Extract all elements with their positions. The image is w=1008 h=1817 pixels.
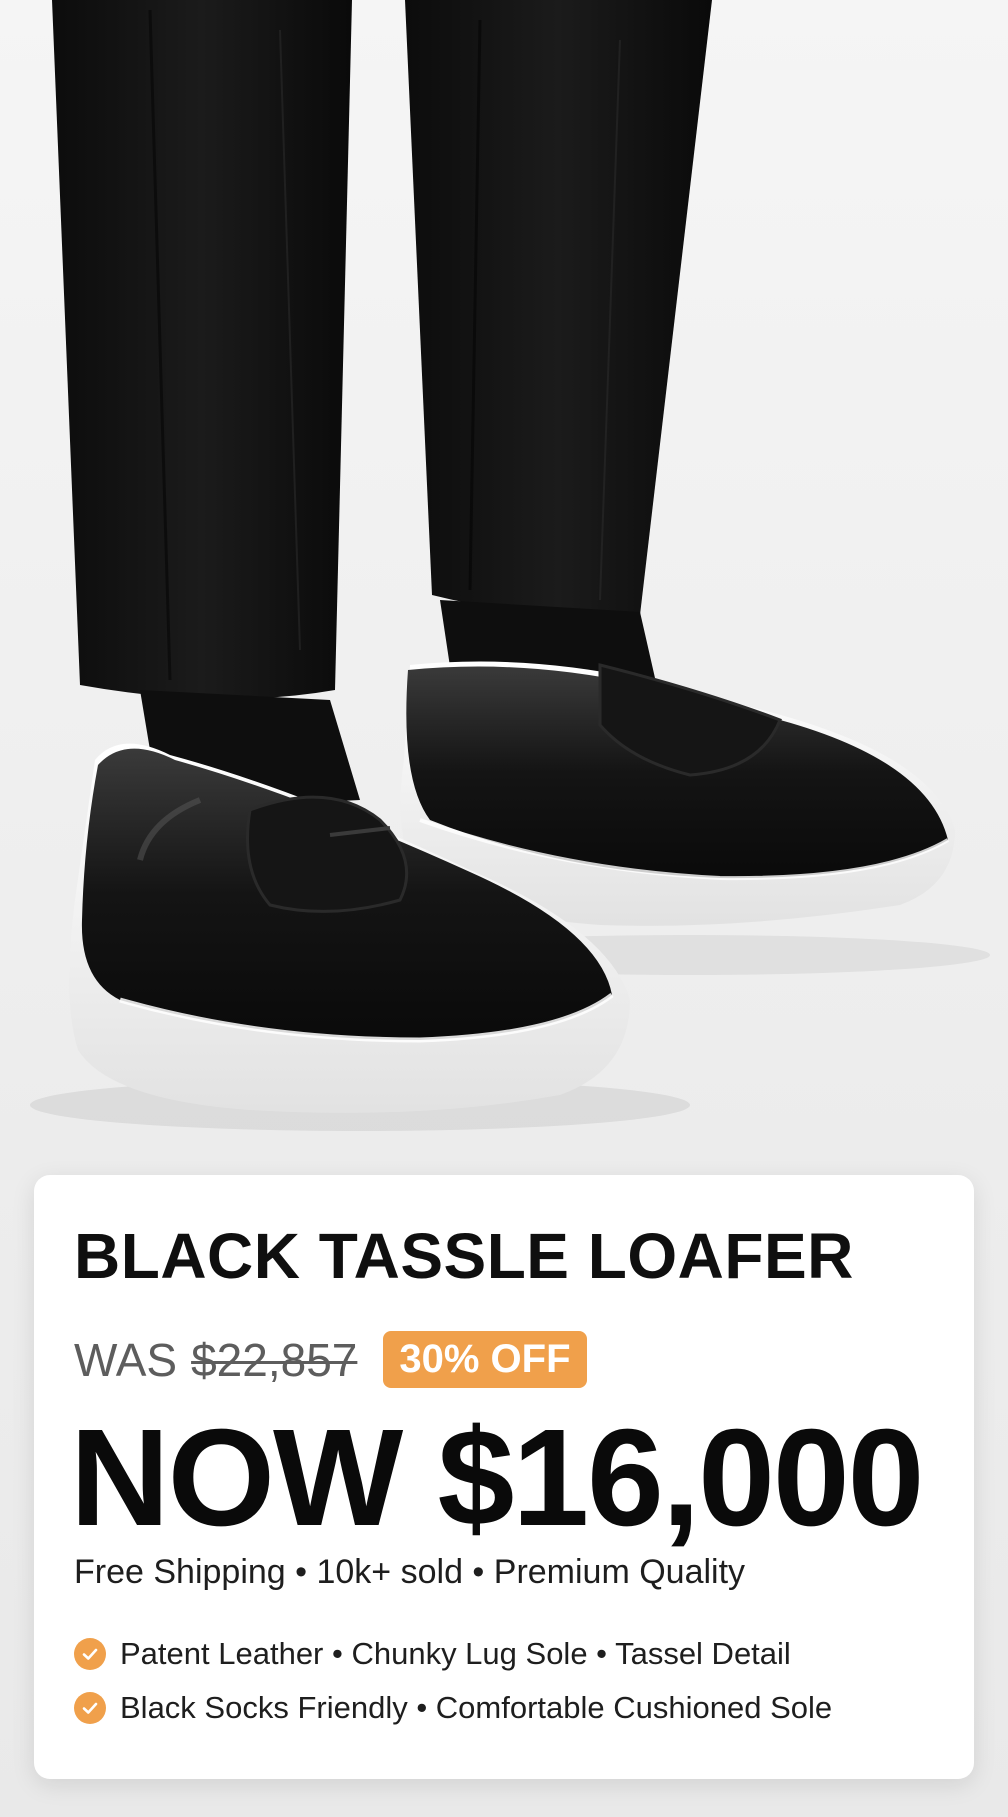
was-label: WAS <box>74 1333 178 1386</box>
product-card: BLACK TASSLE LOAFER WAS $22,857 30% OFF … <box>34 1175 974 1779</box>
check-circle-icon <box>74 1638 106 1670</box>
product-photo <box>0 0 1008 1180</box>
original-price: $22,857 <box>191 1333 358 1386</box>
original-price-row: WAS $22,857 30% OFF <box>74 1331 587 1388</box>
product-title: BLACK TASSLE LOAFER <box>74 1220 854 1292</box>
feature-text: Black Socks Friendly • Comfortable Cushi… <box>120 1690 833 1725</box>
product-meta: Free Shipping • 10k+ sold • Premium Qual… <box>74 1553 746 1591</box>
feature-list: Patent Leather • Chunky Lug Sole • Tasse… <box>74 1627 832 1735</box>
feature-item: Black Socks Friendly • Comfortable Cushi… <box>74 1681 832 1735</box>
feature-item: Patent Leather • Chunky Lug Sole • Tasse… <box>74 1627 832 1681</box>
check-circle-icon <box>74 1692 106 1724</box>
feature-text: Patent Leather • Chunky Lug Sole • Tasse… <box>120 1636 791 1671</box>
discount-badge: 30% OFF <box>383 1331 587 1388</box>
sale-price: NOW $16,000 <box>70 1401 924 1555</box>
